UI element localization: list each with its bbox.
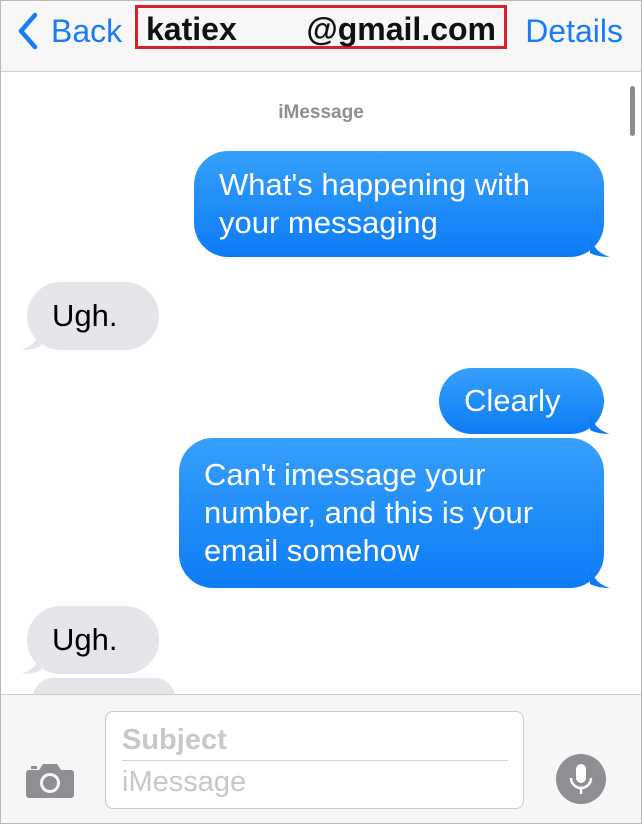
contact-username: katiex — [146, 11, 237, 47]
incoming-message[interactable] — [33, 678, 175, 694]
camera-icon — [26, 764, 74, 798]
microphone-icon — [569, 764, 593, 794]
back-button[interactable]: Back — [15, 9, 122, 53]
chevron-left-icon — [18, 12, 38, 50]
message-text-line: Can't imessage your — [204, 457, 486, 492]
incoming-message[interactable]: Ugh. — [27, 282, 159, 350]
outgoing-message[interactable]: What's happening with your messaging — [194, 151, 604, 257]
bubble-tail — [21, 650, 41, 674]
back-label: Back — [51, 12, 123, 49]
message-text-line: email somehow — [204, 533, 420, 568]
message-text-line: Clearly — [464, 383, 561, 418]
contact-domain: @gmail.com — [306, 11, 496, 47]
incoming-message[interactable]: Ugh. — [27, 606, 159, 674]
compose-box: Subject iMessage — [105, 711, 524, 809]
message-input[interactable]: iMessage — [122, 762, 508, 802]
contact-title: katiex @gmail.com — [135, 5, 507, 49]
navigation-bar: Back katiex @gmail.com Details — [1, 1, 641, 72]
microphone-button[interactable] — [556, 754, 606, 804]
message-text-line: number, and this is your — [204, 495, 534, 530]
bubble-tail — [590, 410, 610, 434]
service-label: iMessage — [278, 102, 364, 123]
camera-button[interactable] — [25, 761, 75, 799]
outgoing-message[interactable]: Can't imessage your number, and this is y… — [179, 438, 604, 588]
messages-screen: Back katiex @gmail.com Details iMessage … — [0, 0, 642, 824]
message-text-line: What's happening with — [219, 167, 530, 202]
message-text-line: Ugh. — [52, 622, 118, 657]
message-text-line: Ugh. — [52, 298, 118, 333]
bubble-tail — [21, 326, 41, 350]
bubble-tail — [590, 564, 610, 588]
outgoing-message[interactable]: Clearly — [439, 368, 604, 434]
message-text-line: your messaging — [219, 205, 438, 240]
input-bar: Subject iMessage — [1, 694, 641, 823]
bubble-tail — [590, 233, 610, 257]
conversation-view[interactable]: iMessage What's happening with your messa… — [1, 72, 641, 694]
details-button[interactable]: Details — [525, 9, 623, 53]
subject-input[interactable]: Subject — [122, 720, 508, 761]
